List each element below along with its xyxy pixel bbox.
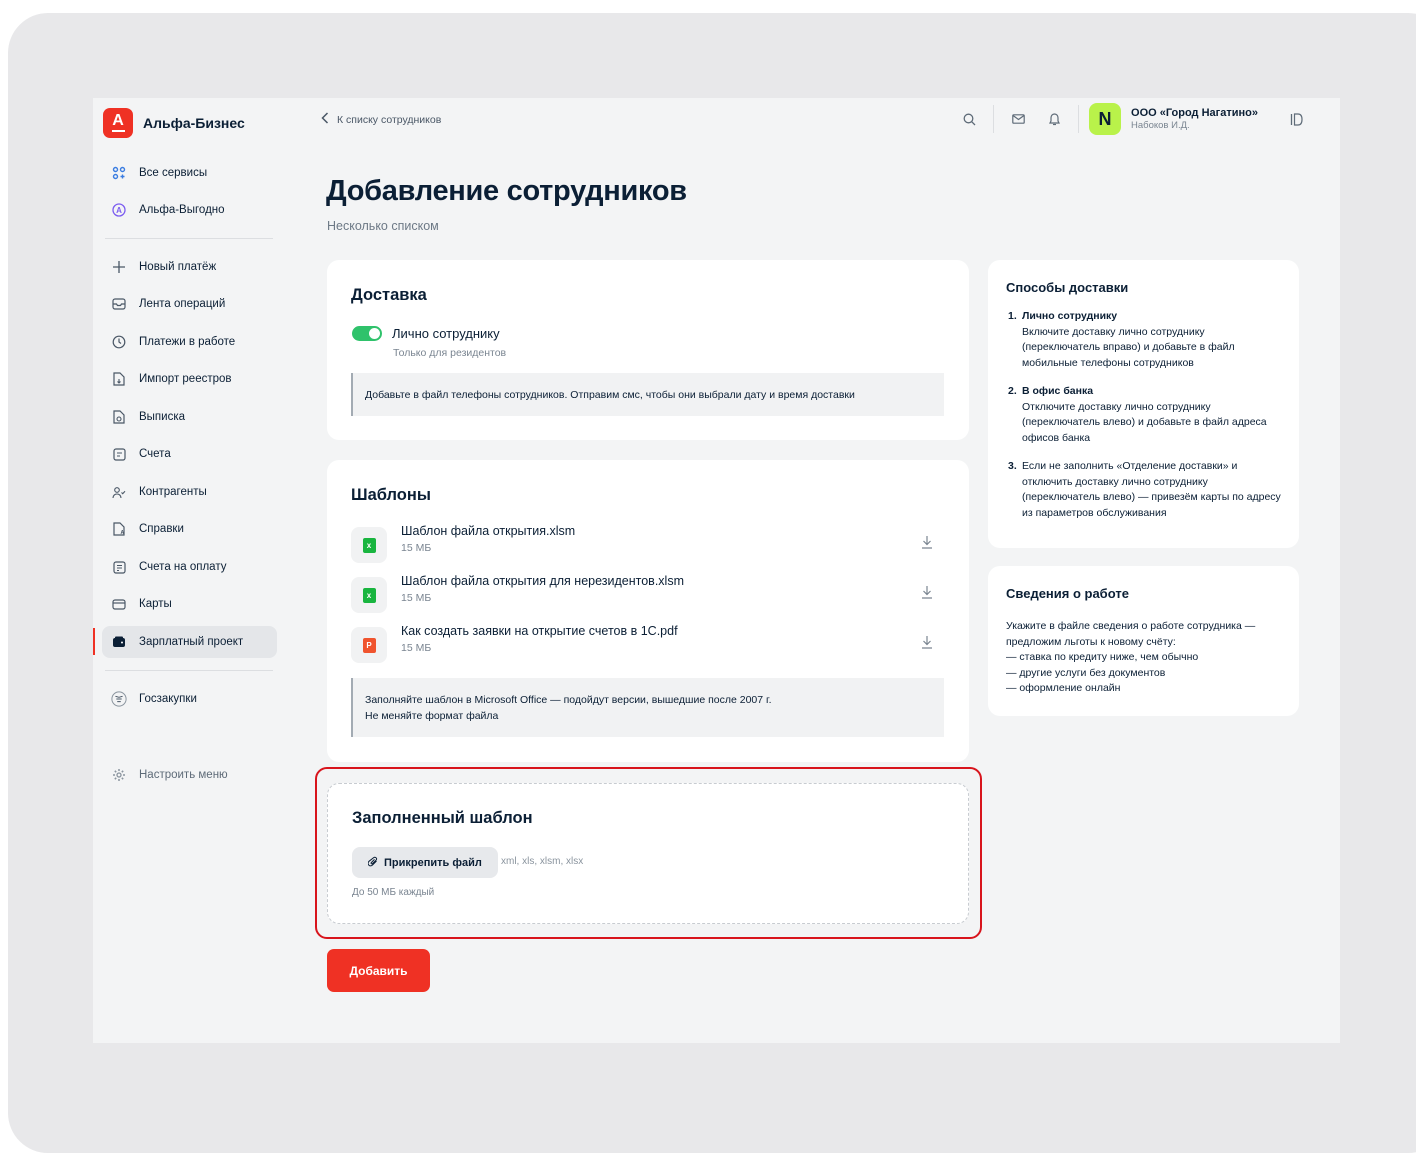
download-icon[interactable] (921, 535, 933, 554)
templates-title: Шаблоны (351, 486, 431, 504)
page-subtitle: Несколько списком (327, 219, 439, 233)
toggle-hint: Только для резидентов (393, 347, 507, 359)
work-info-card: Сведения о работе Укажите в файле сведен… (988, 566, 1299, 716)
sidebar-divider (105, 238, 273, 239)
file-name: Как создать заявки на открытие счетов в … (401, 624, 678, 638)
sidebar-item-operations[interactable]: Лента операций (102, 288, 277, 320)
alfa-logo-icon: А (103, 108, 133, 138)
bell-icon[interactable] (1040, 105, 1068, 133)
upload-dropzone[interactable]: Заполненный шаблон Прикрепить файл xml, … (327, 783, 969, 924)
emblem-icon (111, 691, 127, 707)
sidebar-item-payments-in-progress[interactable]: Платежи в работе (102, 326, 277, 358)
company-name: ООО «Город Нагатино» (1131, 107, 1258, 119)
account-icon (111, 446, 127, 462)
list-item: 3. Если не заполнить «Отделение доставки… (1008, 460, 1281, 519)
sidebar-item-certificates[interactable]: A Справки (102, 513, 277, 545)
delivery-methods-list: 1. Лично сотруднику Включите доставку ли… (1006, 309, 1281, 521)
chevron-left-icon (321, 112, 329, 127)
work-info-text: Укажите в файле сведения о работе сотруд… (1006, 620, 1256, 694)
page-title: Добавление сотрудников (326, 175, 687, 207)
pdf-file-icon: P (351, 627, 387, 663)
back-link[interactable]: К списку сотрудников (321, 112, 441, 127)
sidebar-item-statement[interactable]: Выписка (102, 401, 277, 433)
download-icon[interactable] (921, 585, 933, 604)
alfa-circle-icon: А (111, 202, 127, 218)
work-info-title: Сведения о работе (1006, 586, 1129, 601)
delivery-methods-card: Способы доставки 1. Лично сотруднику Вкл… (988, 260, 1299, 548)
header-divider (1078, 105, 1080, 133)
file-name: Шаблон файла открытия для нерезидентов.x… (401, 574, 684, 588)
brand-logo[interactable]: А Альфа-Бизнес (103, 108, 245, 138)
delivery-toggle[interactable] (352, 326, 382, 341)
search-icon[interactable] (955, 105, 983, 133)
grid-icon (111, 165, 127, 181)
svg-text:А: А (116, 206, 122, 215)
xlsx-file-icon: x (351, 577, 387, 613)
header-actions: N ООО «Город Нагатино» Набоков И.Д. (955, 103, 1310, 135)
allowed-formats: xml, xls, xlsm, xlsx (501, 856, 584, 867)
mail-icon[interactable] (1004, 105, 1032, 133)
delivery-card: Доставка Лично сотруднику Только для рез… (327, 260, 969, 440)
active-indicator (93, 628, 95, 655)
file-name: Шаблон файла открытия.xlsm (401, 524, 576, 538)
sidebar-item-all-services[interactable]: Все сервисы (102, 157, 277, 189)
templates-note: Заполняйте шаблон в Microsoft Office — п… (351, 678, 944, 737)
card-icon (111, 596, 127, 612)
inbox-icon (111, 296, 127, 312)
list-item: 1. Лично сотруднику Включите доставку ли… (1008, 310, 1235, 369)
sidebar-item-counterparties[interactable]: Контрагенты (102, 476, 277, 508)
download-icon[interactable] (921, 635, 933, 654)
sidebar-item-settings[interactable]: Настроить меню (102, 759, 277, 791)
sidebar-item-alfa-vygodno[interactable]: А Альфа-Выгодно (102, 194, 277, 226)
gear-icon (111, 767, 127, 783)
delivery-title: Доставка (351, 286, 427, 304)
invoice-icon (111, 559, 127, 575)
file-size: 15 МБ (401, 542, 432, 554)
paperclip-icon (367, 856, 378, 870)
file-row[interactable]: x Шаблон файла открытия.xlsm 15 МБ (351, 521, 945, 567)
sidebar-item-accounts[interactable]: Счета (102, 438, 277, 470)
sidebar-item-goszakupki[interactable]: Госзакупки (102, 683, 277, 715)
document-a-icon: A (111, 521, 127, 537)
list-item: 2. В офис банка Отключите доставку лично… (1008, 385, 1267, 444)
sidebar: А Альфа-Бизнес Все сервисы А Альфа-Выгод… (93, 98, 288, 1043)
sidebar-item-new-payment[interactable]: Новый платёж (102, 251, 277, 283)
file-size: 15 МБ (401, 642, 432, 654)
svg-text:A: A (121, 530, 125, 536)
document-search-icon (111, 409, 127, 425)
header-divider (993, 105, 995, 133)
company-user: Набоков И.Д. (1131, 120, 1190, 131)
toggle-label: Лично сотруднику (392, 326, 500, 341)
wallet-icon (111, 634, 127, 650)
file-row[interactable]: P Как создать заявки на открытие счетов … (351, 621, 945, 667)
company-switcher[interactable]: N ООО «Город Нагатино» Набоков И.Д. (1089, 103, 1258, 135)
sidebar-divider (105, 670, 273, 671)
attach-file-button[interactable]: Прикрепить файл (352, 847, 498, 878)
clock-icon (111, 334, 127, 350)
sidebar-item-cards[interactable]: Карты (102, 588, 277, 620)
xlsx-file-icon: x (351, 527, 387, 563)
people-icon (111, 484, 127, 500)
sidebar-item-salary-project[interactable]: Зарплатный проект (102, 626, 277, 658)
sidebar-item-invoices[interactable]: Счета на оплату (102, 551, 277, 583)
delivery-methods-title: Способы доставки (1006, 280, 1129, 295)
add-button[interactable]: Добавить (327, 949, 430, 992)
document-import-icon (111, 371, 127, 387)
size-hint: До 50 МБ каждый (352, 887, 435, 898)
company-logo: N (1089, 103, 1122, 135)
file-size: 15 МБ (401, 592, 432, 604)
app-screen: А Альфа-Бизнес Все сервисы А Альфа-Выгод… (93, 98, 1340, 1043)
file-row[interactable]: x Шаблон файла открытия для нерезидентов… (351, 571, 945, 617)
delivery-note: Добавьте в файл телефоны сотрудников. От… (351, 373, 944, 416)
upload-title: Заполненный шаблон (352, 809, 533, 827)
sidebar-item-import[interactable]: Импорт реестров (102, 363, 277, 395)
templates-card: Шаблоны x Шаблон файла открытия.xlsm 15 … (327, 460, 969, 762)
logout-icon[interactable] (1282, 105, 1310, 133)
brand-name: Альфа-Бизнес (143, 115, 245, 131)
plus-icon (111, 259, 127, 275)
